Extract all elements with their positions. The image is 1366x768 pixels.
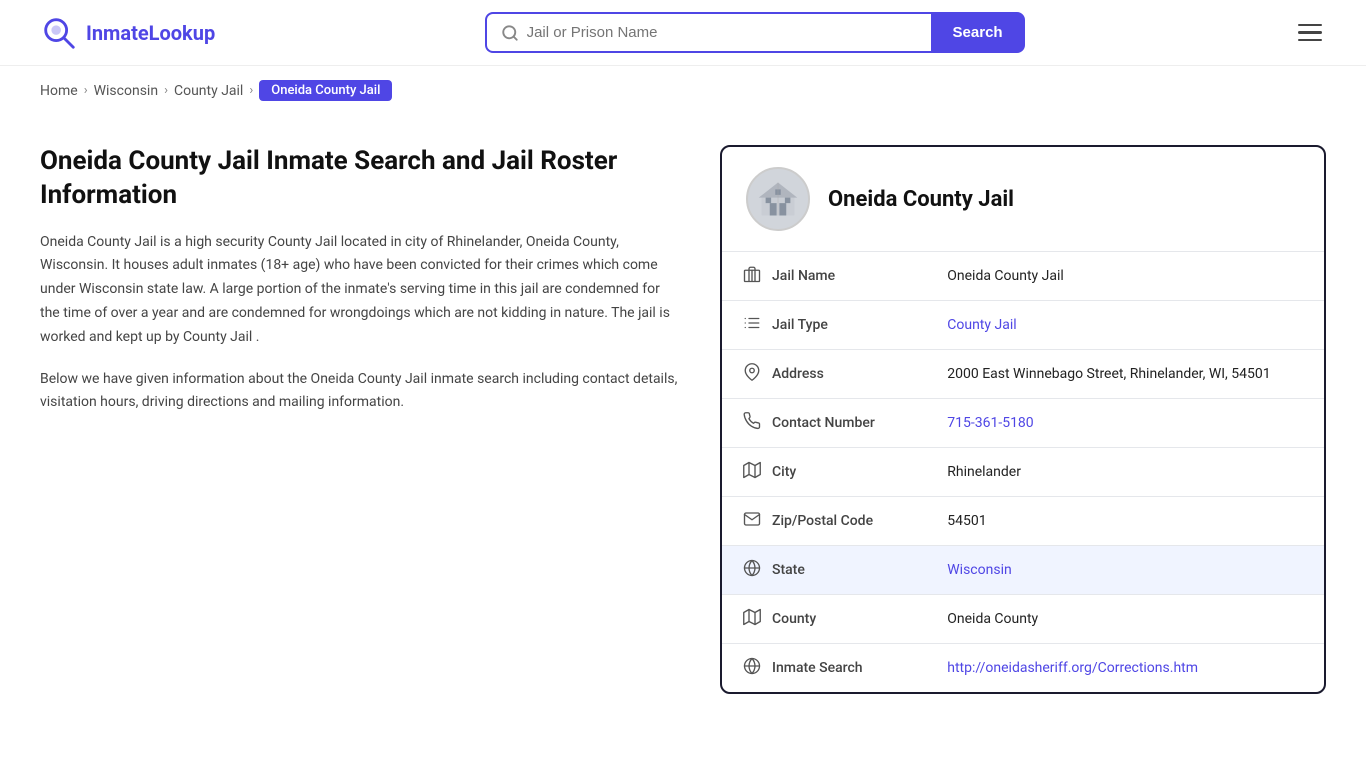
building-icon [742, 265, 762, 287]
hamburger-menu-button[interactable] [1294, 20, 1326, 46]
row-value-state[interactable]: Wisconsin [927, 546, 1324, 595]
page-description-2: Below we have given information about th… [40, 368, 680, 416]
row-label-text: Jail Name [772, 268, 835, 284]
logo-link[interactable]: InmateLookup [40, 14, 215, 52]
row-value-contact[interactable]: 715-361-5180 [927, 399, 1324, 448]
breadcrumb-home[interactable]: Home [40, 83, 78, 99]
row-label-zip: Zip/Postal Code [742, 510, 919, 532]
globe-icon [742, 559, 762, 581]
search-input[interactable] [527, 14, 917, 51]
row-label-jail-name: Jail Name [742, 265, 919, 287]
table-row: Address 2000 East Winnebago Street, Rhine… [722, 350, 1324, 399]
jail-building-icon [756, 177, 800, 221]
breadcrumb-county-jail[interactable]: County Jail [174, 83, 243, 99]
row-label-address: Address [742, 363, 919, 385]
hamburger-line-3 [1298, 39, 1322, 42]
row-label-text: Contact Number [772, 415, 875, 431]
left-content: Oneida County Jail Inmate Search and Jai… [40, 145, 680, 694]
list-icon [742, 314, 762, 336]
card-title: Oneida County Jail [828, 187, 1014, 212]
row-value-zip: 54501 [927, 497, 1324, 546]
row-value-jail-type[interactable]: County Jail [927, 301, 1324, 350]
search-input-wrap [485, 12, 931, 53]
row-link-inmate-search[interactable]: http://oneidasheriff.org/Corrections.htm [947, 660, 1198, 676]
logo-text: InmateLookup [86, 21, 215, 45]
row-label-inmate-search: Inmate Search [742, 657, 919, 679]
table-row: State Wisconsin [722, 546, 1324, 595]
row-label-text: Zip/Postal Code [772, 513, 873, 529]
row-value-inmate-search[interactable]: http://oneidasheriff.org/Corrections.htm [927, 644, 1324, 693]
jail-info-card: Oneida County Jail Jail Name Oneida Count… [720, 145, 1326, 694]
table-row: Inmate Search http://oneidasheriff.org/Co… [722, 644, 1324, 693]
main-layout: Oneida County Jail Inmate Search and Jai… [0, 115, 1366, 754]
row-value-city: Rhinelander [927, 448, 1324, 497]
search-button[interactable]: Search [931, 12, 1025, 53]
page-title: Oneida County Jail Inmate Search and Jai… [40, 145, 680, 213]
breadcrumb-sep-2: › [164, 83, 168, 98]
row-label-text: Address [772, 366, 824, 382]
table-row: Jail Type County Jail [722, 301, 1324, 350]
info-table: Jail Name Oneida County Jail Jail Type Coun… [722, 252, 1324, 692]
globe2-icon [742, 657, 762, 679]
row-label-text: State [772, 562, 805, 578]
hamburger-line-1 [1298, 24, 1322, 27]
row-label-county: County [742, 608, 919, 630]
row-value-address: 2000 East Winnebago Street, Rhinelander,… [927, 350, 1324, 399]
row-label-jail-type: Jail Type [742, 314, 919, 336]
logo-icon [40, 14, 78, 52]
row-link-state[interactable]: Wisconsin [947, 562, 1011, 578]
table-row: Zip/Postal Code 54501 [722, 497, 1324, 546]
page-description-1: Oneida County Jail is a high security Co… [40, 231, 680, 350]
breadcrumb: Home › Wisconsin › County Jail › Oneida … [0, 66, 1366, 115]
phone-icon [742, 412, 762, 434]
breadcrumb-sep-3: › [249, 83, 253, 98]
breadcrumb-wisconsin[interactable]: Wisconsin [94, 83, 158, 99]
map2-icon [742, 608, 762, 630]
jail-avatar [746, 167, 810, 231]
breadcrumb-current: Oneida County Jail [259, 80, 392, 101]
row-label-text: County [772, 611, 816, 627]
row-link-jail-type[interactable]: County Jail [947, 317, 1016, 333]
pin-icon [742, 363, 762, 385]
mail-icon [742, 510, 762, 532]
table-row: City Rhinelander [722, 448, 1324, 497]
table-row: Contact Number 715-361-5180 [722, 399, 1324, 448]
row-label-state: State [742, 559, 919, 581]
table-row: Jail Name Oneida County Jail [722, 252, 1324, 301]
row-label-text: City [772, 464, 796, 480]
row-value-jail-name: Oneida County Jail [927, 252, 1324, 301]
search-icon [501, 24, 519, 42]
breadcrumb-sep-1: › [84, 83, 88, 98]
hamburger-line-2 [1298, 31, 1322, 34]
row-label-city: City [742, 461, 919, 483]
map-icon [742, 461, 762, 483]
table-row: County Oneida County [722, 595, 1324, 644]
row-label-contact: Contact Number [742, 412, 919, 434]
row-link-contact[interactable]: 715-361-5180 [947, 415, 1033, 431]
card-header: Oneida County Jail [722, 147, 1324, 252]
row-label-text: Jail Type [772, 317, 828, 333]
row-value-county: Oneida County [927, 595, 1324, 644]
row-label-text: Inmate Search [772, 660, 863, 676]
search-bar: Search [485, 12, 1025, 53]
site-header: InmateLookup Search [0, 0, 1366, 66]
